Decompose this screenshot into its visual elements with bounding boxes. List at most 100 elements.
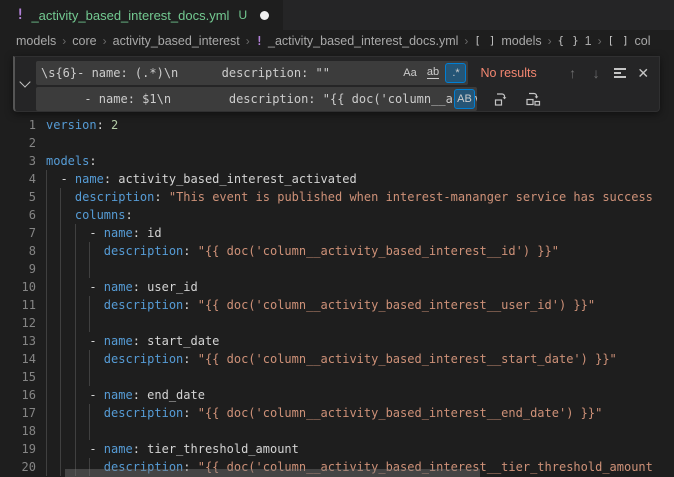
- breadcrumb-label: models: [16, 34, 56, 48]
- breadcrumb-item[interactable]: [ ]models: [474, 34, 541, 48]
- replace-all-button[interactable]: [521, 88, 545, 110]
- code-line[interactable]: - name: start_date: [46, 332, 674, 350]
- code-line[interactable]: [46, 314, 674, 332]
- indent-guide: [46, 332, 47, 350]
- indent-guide: [46, 404, 47, 422]
- replace-button[interactable]: [489, 88, 513, 110]
- code-token: name: [104, 442, 133, 456]
- indent-guide: [75, 332, 76, 350]
- find-replace-widget: \s{6}- name: (.*)\n description: "" Aa a…: [13, 56, 660, 112]
- code-token: version: [46, 118, 97, 132]
- line-number: 4: [0, 170, 36, 188]
- tab-active-file[interactable]: ! _activity_based_interest_docs.yml U: [0, 0, 283, 30]
- code-line[interactable]: description: "{{ doc('column__activity_b…: [46, 242, 674, 260]
- chevron-down-icon: [19, 76, 30, 87]
- find-results-status: No results: [480, 66, 560, 80]
- code-line[interactable]: - name: activity_based_interest_activate…: [46, 170, 674, 188]
- whole-word-button[interactable]: ab: [422, 63, 443, 83]
- regex-button[interactable]: .*: [445, 63, 466, 83]
- preserve-case-button[interactable]: AB: [454, 89, 475, 109]
- indent-guide: [75, 314, 76, 332]
- code-line[interactable]: - name: id: [46, 224, 674, 242]
- code-token: :: [133, 442, 147, 456]
- code-token: description: [104, 298, 183, 312]
- code-token: :: [183, 352, 197, 366]
- yaml-file-icon: !: [16, 7, 24, 23]
- tab-filename: _activity_based_interest_docs.yml: [31, 8, 229, 23]
- indent-guide: [46, 386, 47, 404]
- code-line[interactable]: description: "{{ doc('column__activity_b…: [46, 296, 674, 314]
- code-line[interactable]: [46, 422, 674, 440]
- breadcrumb-label: models: [501, 34, 541, 48]
- breadcrumb: models›core›activity_based_interest›!_ac…: [0, 30, 674, 52]
- code-token: "{{ doc('column__activity_based_interest…: [198, 352, 617, 366]
- code-token: 2: [111, 118, 118, 132]
- indent-guide: [60, 368, 61, 386]
- code-token: description: [104, 244, 183, 258]
- code-line[interactable]: - name: user_id: [46, 278, 674, 296]
- code-token: :: [183, 406, 197, 420]
- previous-match-button[interactable]: ↑: [561, 62, 585, 84]
- code-line[interactable]: - name: tier_threshold_amount: [46, 440, 674, 458]
- indent-guide: [75, 404, 76, 422]
- breadcrumb-label: _activity_based_interest_docs.yml: [268, 34, 458, 48]
- indent-guide: [60, 440, 61, 458]
- code-line[interactable]: [46, 368, 674, 386]
- code-line[interactable]: columns:: [46, 206, 674, 224]
- match-case-button[interactable]: Aa: [399, 63, 420, 83]
- code-line[interactable]: description: "{{ doc('column__activity_b…: [46, 404, 674, 422]
- line-number: 8: [0, 242, 36, 260]
- code-line[interactable]: - name: end_date: [46, 386, 674, 404]
- indent-guide: [46, 350, 47, 368]
- tab-bar: ! _activity_based_interest_docs.yml U: [0, 0, 674, 30]
- unsaved-changes-icon[interactable]: [260, 11, 269, 20]
- code-token: columns: [75, 208, 126, 222]
- breadcrumb-item[interactable]: models: [16, 34, 56, 48]
- indent-guide: [60, 296, 61, 314]
- toggle-replace-button[interactable]: [15, 57, 35, 111]
- indent-guide: [89, 404, 90, 422]
- editor-pane[interactable]: 1234567891011121314151617181920 version:…: [0, 52, 674, 477]
- next-match-button[interactable]: ↓: [584, 62, 608, 84]
- code-token: :: [183, 244, 197, 258]
- indent-guide: [75, 440, 76, 458]
- git-status-badge: U: [238, 8, 247, 22]
- code-line[interactable]: [46, 134, 674, 152]
- indent-guide: [60, 224, 61, 242]
- find-in-selection-button[interactable]: [608, 62, 632, 84]
- horizontal-scrollbar[interactable]: [65, 469, 480, 477]
- breadcrumb-item[interactable]: ! _activity_based_interest_docs.yml: [256, 34, 459, 48]
- find-input-value: \s{6}- name: (.*)\n description: "": [41, 66, 330, 80]
- code-token: :: [97, 118, 111, 132]
- vscode-editor-window: ! _activity_based_interest_docs.yml U mo…: [0, 0, 674, 477]
- code-token: name: [104, 334, 133, 348]
- code-line[interactable]: description: "{{ doc('column__activity_b…: [46, 350, 674, 368]
- indent-guide: [46, 170, 47, 188]
- code-token: tier_threshold_amount: [147, 442, 299, 456]
- code-line[interactable]: description: "This event is published wh…: [46, 188, 674, 206]
- indent-guide: [60, 314, 61, 332]
- breadcrumb-item[interactable]: activity_based_interest: [113, 34, 240, 48]
- breadcrumb-item[interactable]: { }1: [558, 34, 592, 48]
- indent-guide: [89, 368, 90, 386]
- code-token: "This event is published when interest-m…: [169, 190, 653, 204]
- indent-guide: [75, 386, 76, 404]
- close-find-button[interactable]: ✕: [631, 62, 655, 84]
- code-line[interactable]: models:: [46, 152, 674, 170]
- code-token: "{{ doc('column__activity_based_interest…: [198, 298, 595, 312]
- replace-input[interactable]: - name: $1\n description: "{{ doc('colum…: [36, 87, 477, 111]
- line-number: 9: [0, 260, 36, 278]
- symbol-array-icon: [ ]: [608, 35, 630, 47]
- code-token: description: [104, 406, 183, 420]
- find-input[interactable]: \s{6}- name: (.*)\n description: "" Aa a…: [36, 61, 468, 85]
- code-line[interactable]: version: 2: [46, 116, 674, 134]
- code-token: user_id: [147, 280, 198, 294]
- code-line[interactable]: [46, 260, 674, 278]
- yaml-file-icon: !: [256, 34, 263, 48]
- breadcrumb-item[interactable]: core: [72, 34, 96, 48]
- breadcrumb-item[interactable]: [ ]col: [608, 34, 651, 48]
- code-area[interactable]: version: 2 models: - name: activity_based…: [46, 116, 674, 476]
- line-number: 13: [0, 332, 36, 350]
- code-token: end_date: [147, 388, 205, 402]
- indent-guide: [60, 386, 61, 404]
